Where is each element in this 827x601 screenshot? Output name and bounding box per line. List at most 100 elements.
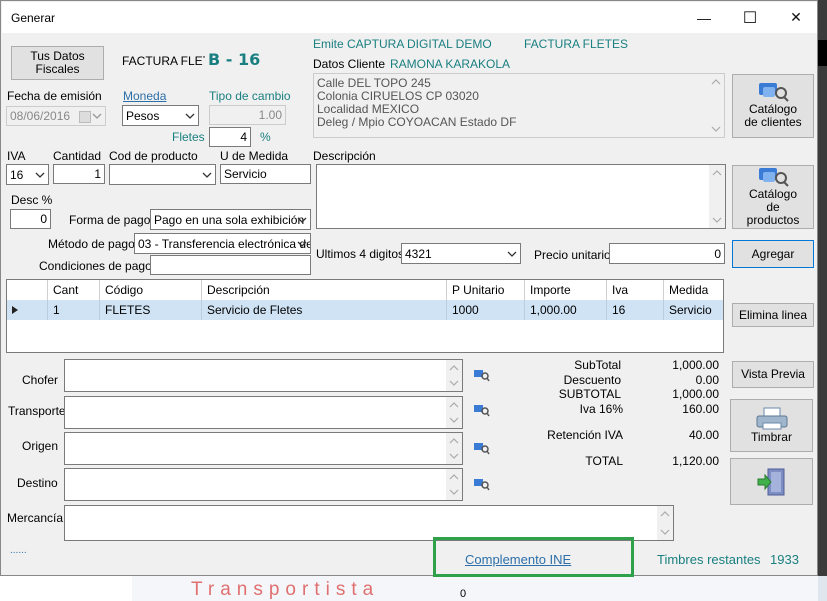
scroll-up-icon[interactable]: [449, 364, 459, 371]
iva-total-label: Iva 16%: [579, 402, 623, 416]
fletes-label: Fletes: [172, 130, 205, 144]
forma-pago-value: Pago en una sola exhibición: [154, 212, 305, 227]
client-address-box[interactable]: Calle DEL TOPO 245 Colonia CIRUELOS CP 0…: [313, 73, 725, 138]
column-header[interactable]: Medida: [663, 280, 723, 300]
scroll-down-icon[interactable]: [449, 380, 459, 387]
condiciones-pago-input[interactable]: [150, 255, 311, 275]
mercancia-label: Mercancía: [7, 511, 64, 525]
ultimos-digitos-select[interactable]: 4321: [401, 243, 521, 264]
cell-iva[interactable]: 16: [606, 300, 663, 320]
descuento-label: Descuento: [563, 373, 621, 387]
maximize-button[interactable]: ☐: [727, 2, 773, 33]
scroll-up-icon[interactable]: [449, 401, 459, 408]
mercancia-scrollbar[interactable]: [657, 506, 673, 540]
origen-scrollbar[interactable]: [446, 433, 462, 464]
scroll-up-icon[interactable]: [712, 169, 722, 176]
scroll-up-icon[interactable]: [449, 473, 459, 480]
window-title: Generar: [11, 11, 56, 25]
destino-textarea[interactable]: [64, 468, 463, 501]
moneda-select[interactable]: Pesos: [122, 105, 199, 126]
vista-previa-button[interactable]: Vista Previa: [732, 361, 814, 388]
calendar-checkbox[interactable]: [79, 111, 91, 123]
cantidad-input[interactable]: 1: [53, 164, 105, 184]
search-destino-icon[interactable]: [473, 476, 490, 492]
search-transporte-icon[interactable]: [473, 402, 490, 418]
chevron-down-icon: [202, 172, 212, 178]
precio-unitario-input[interactable]: 0: [609, 243, 725, 264]
scroll-up-icon[interactable]: [711, 78, 721, 85]
exit-door-icon: [757, 468, 784, 495]
scroll-down-icon[interactable]: [712, 217, 722, 224]
search-chofer-icon[interactable]: [473, 367, 490, 383]
catalogo-clientes-button[interactable]: Catálogo de clientes: [732, 74, 814, 138]
chevron-down-icon: [92, 113, 102, 119]
descripcion-scrollbar[interactable]: [709, 165, 725, 228]
scroll-down-icon[interactable]: [449, 453, 459, 460]
close-button[interactable]: ✕: [773, 2, 819, 33]
address-scrollbar[interactable]: [708, 74, 724, 137]
column-header[interactable]: Cant: [47, 280, 99, 300]
chevron-down-icon: [35, 172, 45, 178]
items-table[interactable]: Cant Código Descripción P Unitario Impor…: [6, 279, 724, 353]
timbrar-button[interactable]: Timbrar: [730, 399, 813, 452]
chofer-scrollbar[interactable]: [446, 360, 462, 391]
column-header[interactable]: P Unitario: [446, 280, 524, 300]
ultimos-digitos-value: 4321: [405, 246, 432, 261]
invoice-type-label: FACTURA FLETE: [122, 54, 205, 68]
dots-link[interactable]: ......: [10, 545, 27, 556]
chofer-textarea[interactable]: [64, 359, 463, 392]
address-line-3: Localidad MEXICO: [317, 102, 420, 116]
destino-scrollbar[interactable]: [446, 469, 462, 500]
scroll-up-icon[interactable]: [449, 437, 459, 444]
catalogo-productos-button[interactable]: Catálogo de productos: [732, 165, 814, 229]
metodo-pago-select[interactable]: 03 - Transferencia electrónica de: [134, 233, 311, 254]
transporte-scrollbar[interactable]: [446, 397, 462, 428]
mercancia-textarea[interactable]: [64, 505, 674, 541]
descripcion-textarea[interactable]: [316, 164, 726, 229]
origen-textarea[interactable]: [64, 432, 463, 465]
fecha-emision-picker[interactable]: 08/06/2016: [6, 106, 106, 126]
scroll-up-icon[interactable]: [660, 510, 670, 517]
iva-select[interactable]: 16: [6, 164, 49, 185]
scroll-down-icon[interactable]: [660, 529, 670, 536]
tipo-cambio-input[interactable]: 1.00: [209, 105, 286, 125]
search-origen-icon[interactable]: [473, 440, 490, 456]
column-header[interactable]: Importe: [524, 280, 606, 300]
cell-medida[interactable]: Servicio: [663, 300, 723, 320]
moneda-value: Pesos: [126, 108, 160, 123]
column-header[interactable]: Descripción: [201, 280, 446, 300]
title-bar[interactable]: Generar — ☐ ✕: [2, 2, 817, 33]
agregar-button[interactable]: Agregar: [732, 240, 814, 268]
cell-importe[interactable]: 1,000.00: [524, 300, 606, 320]
cell-cant[interactable]: 1: [47, 300, 99, 320]
scroll-down-icon[interactable]: [449, 417, 459, 424]
minimize-button[interactable]: —: [681, 2, 727, 33]
moneda-link[interactable]: Moneda: [123, 89, 166, 103]
chevron-down-icon: [297, 217, 307, 223]
iva-value: 16: [10, 167, 24, 182]
timbres-restantes-value: 1933: [770, 552, 799, 567]
elimina-linea-button[interactable]: Elimina linea: [732, 303, 814, 327]
forma-pago-select[interactable]: Pago en una sola exhibición: [150, 209, 311, 230]
scroll-down-icon[interactable]: [711, 126, 721, 133]
column-header[interactable]: Código: [99, 280, 201, 300]
column-header[interactable]: Iva: [606, 280, 663, 300]
exit-button[interactable]: [730, 458, 813, 505]
desc-input[interactable]: 0: [10, 209, 51, 229]
cod-producto-select[interactable]: [109, 164, 216, 185]
subtotal-label: SubTotal: [574, 358, 621, 372]
u-medida-input[interactable]: Servicio: [220, 164, 311, 184]
descuento-value: 0.00: [695, 373, 719, 387]
metodo-pago-label: Método de pago: [48, 237, 135, 251]
cell-p-unitario[interactable]: 1000: [446, 300, 524, 320]
tus-datos-fiscales-label: Tus Datos Fiscales: [30, 49, 85, 76]
table-row[interactable]: 1 FLETES Servicio de Fletes 1000 1,000.0…: [7, 300, 723, 320]
tus-datos-fiscales-button[interactable]: Tus Datos Fiscales: [11, 46, 104, 80]
cell-codigo[interactable]: FLETES: [99, 300, 201, 320]
metodo-pago-value: 03 - Transferencia electrónica de: [138, 236, 311, 251]
cell-descripcion[interactable]: Servicio de Fletes: [201, 300, 446, 320]
address-line-2: Colonia CIRUELOS CP 03020: [317, 89, 479, 103]
transporte-textarea[interactable]: [64, 396, 463, 429]
fletes-input[interactable]: 4: [209, 127, 251, 147]
scroll-down-icon[interactable]: [449, 489, 459, 496]
